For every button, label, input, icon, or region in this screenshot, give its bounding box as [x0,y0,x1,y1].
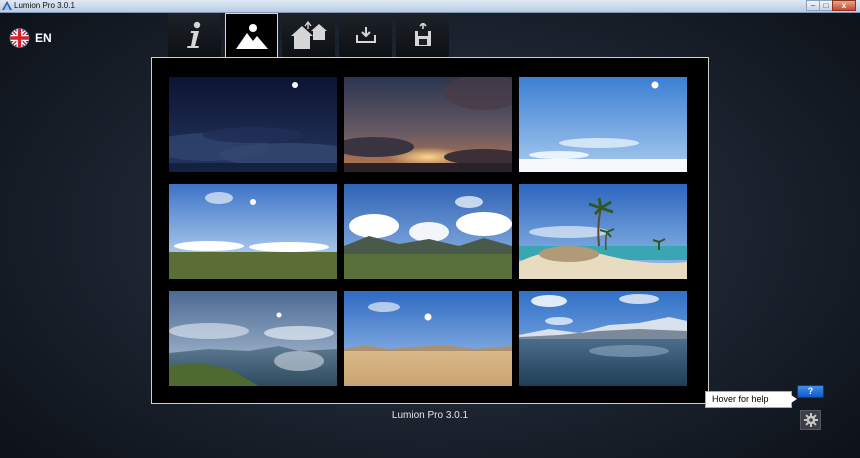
scene-thumbnail-sunset[interactable] [344,77,512,172]
gear-icon [803,413,818,427]
sunset-thumbnail [344,77,512,172]
mountain-grass-thumbnail [344,184,512,279]
desert-thumbnail [344,291,512,386]
tropical-island-thumbnail [519,184,687,279]
snow-ocean-thumbnail [519,291,687,386]
water-coast-thumbnail [169,291,337,386]
landscape-icon [235,24,268,49]
houses-icon [290,20,327,49]
night-sky-thumbnail [169,77,337,172]
scene-thumbnail-tropical[interactable] [519,184,687,279]
scene-selection-panel [151,57,709,404]
tab-load-scene[interactable] [339,13,392,57]
help-tooltip: Hover for help [705,391,797,408]
settings-button[interactable] [800,410,821,430]
maximize-button[interactable]: □ [819,0,833,11]
scene-grid [169,77,687,386]
grass-plain-thumbnail [169,184,337,279]
app-icon [2,1,12,10]
scene-thumbnail-sky[interactable] [519,77,687,172]
scene-thumbnail-grassland[interactable] [169,184,337,279]
scene-thumbnail-snow[interactable] [519,291,687,386]
window-title-bar: Lumion Pro 3.0.1 – □ x [0,0,860,13]
minimize-button[interactable]: – [806,0,820,11]
info-icon [186,21,200,48]
scene-thumbnail-mountains[interactable] [344,184,512,279]
language-selector[interactable]: EN [9,28,52,48]
tab-save-scene[interactable] [396,13,449,57]
tab-info[interactable] [168,13,221,57]
scene-thumbnail-night[interactable] [169,77,337,172]
tab-new-scene[interactable] [225,13,278,58]
language-code: EN [35,31,52,45]
main-tabs [168,13,453,58]
version-label: Lumion Pro 3.0.1 [391,410,469,421]
help-button[interactable]: ? [797,385,824,398]
scene-thumbnail-desert[interactable] [344,291,512,386]
load-tray-icon [355,27,376,43]
close-button[interactable]: x [832,0,856,11]
scene-thumbnail-lake[interactable] [169,291,337,386]
uk-flag-icon [9,28,30,48]
tab-example-scenes[interactable] [282,13,335,57]
blue-sky-thumbnail [519,77,687,172]
save-disk-icon [414,23,431,46]
window-title: Lumion Pro 3.0.1 [14,1,75,10]
